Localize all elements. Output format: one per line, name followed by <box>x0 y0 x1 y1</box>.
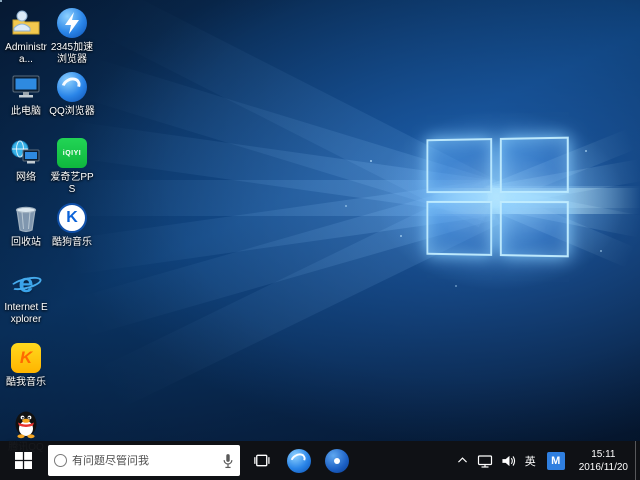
desktop-icon-label: Internet Explorer <box>3 302 49 326</box>
taskbar: 英 M 15:11 2016/11/20 <box>0 441 640 480</box>
kugou-letter: K <box>66 209 78 227</box>
wallpaper <box>0 0 640 441</box>
chevron-up-icon <box>456 454 469 467</box>
administrator-icon <box>9 6 43 40</box>
system-tray: 英 M 15:11 2016/11/20 <box>452 441 640 480</box>
speaker-icon <box>501 453 517 469</box>
iqiyi-logo-text: iQIYI <box>63 150 81 157</box>
this-pc-icon <box>9 70 43 104</box>
kuwo-music-icon: K <box>9 341 43 375</box>
show-desktop-button[interactable] <box>635 441 640 480</box>
qq-penguin-icon <box>9 406 43 440</box>
taskbar-app-browser[interactable] <box>318 441 356 480</box>
light-particles <box>0 0 2 2</box>
clock[interactable]: 15:11 2016/11/20 <box>572 441 635 480</box>
desktop-icon-internet-explorer[interactable]: e Internet Explorer <box>3 266 49 326</box>
desktop-icon-label: 酷我音乐 <box>3 377 49 389</box>
desktop-icon-2345-browser[interactable]: 2345加速浏览器 <box>49 6 95 66</box>
task-view-icon <box>252 451 271 470</box>
tray-overflow-button[interactable] <box>452 441 473 480</box>
kuwo-letter: K <box>20 348 32 368</box>
iqiyi-pps-icon: iQIYI <box>55 136 89 170</box>
network-icon <box>477 453 493 469</box>
desktop-icon-iqiyi-pps[interactable]: iQIYI 爱奇艺PPS <box>49 136 95 196</box>
taskbar-search[interactable] <box>48 445 240 476</box>
desktop-icon-administrator[interactable]: Administra... <box>3 6 49 66</box>
cortana-icon <box>54 454 67 467</box>
2345-browser-icon <box>55 6 89 40</box>
desktop-icon-recycle-bin[interactable]: 回收站 <box>3 201 49 249</box>
browser-taskbar-icon <box>325 449 349 473</box>
clock-date: 2016/11/20 <box>579 461 628 474</box>
desktop-icon-kugou-music[interactable]: K 酷狗音乐 <box>49 201 95 249</box>
windows-logo-pane <box>426 138 492 193</box>
desktop-icon-label: 酷狗音乐 <box>49 237 95 249</box>
recycle-bin-icon <box>9 201 43 235</box>
windows-logo-pane <box>500 201 569 257</box>
windows-start-icon <box>15 452 32 469</box>
task-view-button[interactable] <box>242 441 280 480</box>
qq-browser-taskbar-icon <box>287 449 311 473</box>
ime-badge[interactable]: M <box>543 451 569 470</box>
network-icon <box>9 136 43 170</box>
network-tray-button[interactable] <box>473 441 497 480</box>
desktop-icon-label: 此电脑 <box>3 106 49 118</box>
qq-browser-icon <box>55 70 89 104</box>
search-input[interactable] <box>72 455 217 467</box>
start-button[interactable] <box>0 441 46 480</box>
desktop-icon-label: Administra... <box>3 42 49 66</box>
windows-logo-pane <box>426 201 492 256</box>
ime-badge-letter: M <box>547 452 565 470</box>
qq-browser-swirl <box>58 74 83 98</box>
desktop-icon-label: 回收站 <box>3 237 49 249</box>
kugou-music-icon: K <box>55 201 89 235</box>
desktop-icon-network[interactable]: 网络 <box>3 136 49 184</box>
microphone-icon[interactable] <box>222 453 234 469</box>
taskbar-empty-area <box>356 441 452 480</box>
windows-desktop: Administra... 此电脑 网络 <box>0 0 640 480</box>
desktop-icon-qq-browser[interactable]: QQ浏览器 <box>49 70 95 118</box>
internet-explorer-icon: e <box>9 266 43 300</box>
clock-time: 15:11 <box>591 448 615 461</box>
desktop-icon-label: 爱奇艺PPS <box>49 172 95 196</box>
taskbar-app-qq-browser[interactable] <box>280 441 318 480</box>
desktop-icon-this-pc[interactable]: 此电脑 <box>3 70 49 118</box>
desktop-icon-kuwo-music[interactable]: K 酷我音乐 <box>3 341 49 389</box>
windows-logo-pane <box>500 137 569 193</box>
volume-tray-button[interactable] <box>497 441 521 480</box>
windows-logo <box>426 137 568 258</box>
desktop-icon-label: QQ浏览器 <box>49 106 95 118</box>
desktop-icon-label: 2345加速浏览器 <box>49 42 95 66</box>
desktop-icon-label: 网络 <box>3 172 49 184</box>
language-indicator[interactable]: 英 <box>521 441 540 480</box>
